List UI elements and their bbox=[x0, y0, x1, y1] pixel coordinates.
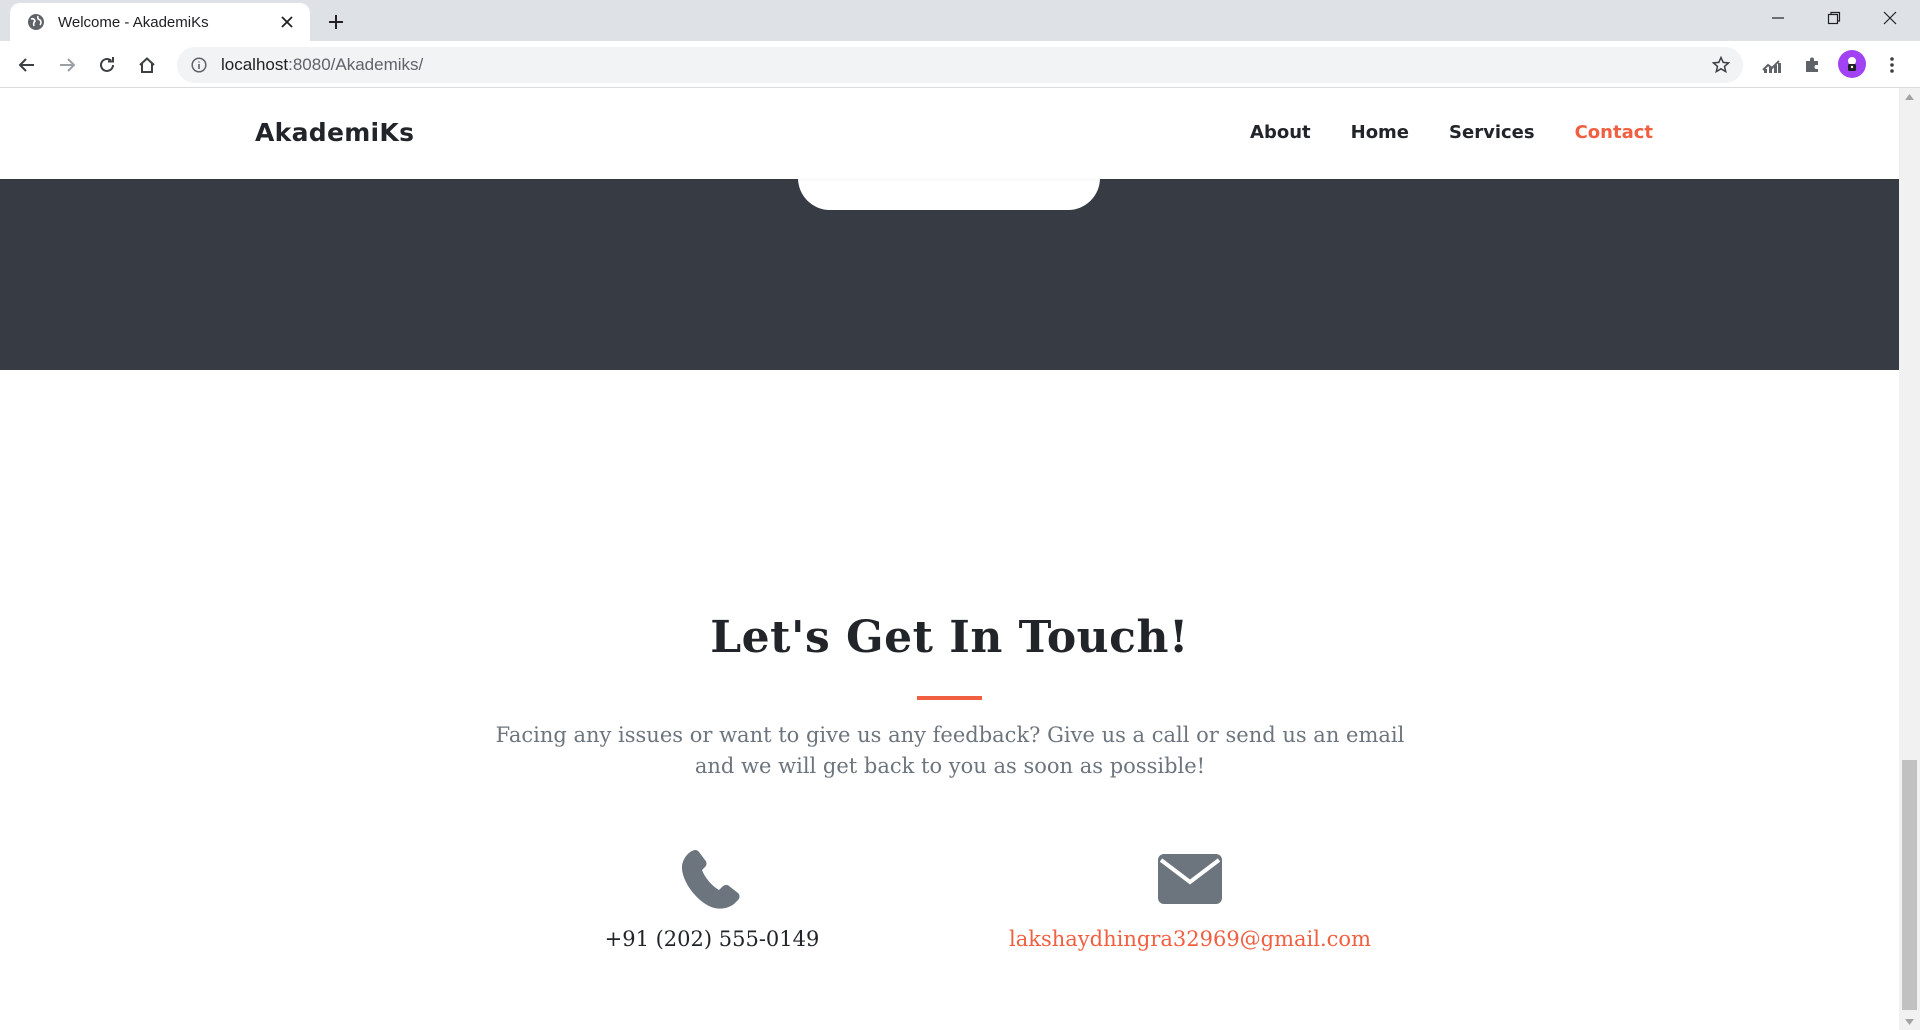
browser-tab[interactable]: Welcome - AkademiKs bbox=[10, 3, 310, 41]
tab-title: Welcome - AkademiKs bbox=[58, 13, 209, 31]
new-tab-plus-icon[interactable] bbox=[322, 8, 350, 36]
reload-icon[interactable] bbox=[91, 49, 123, 81]
nav-link-home[interactable]: Home bbox=[1351, 122, 1409, 143]
scrollbar-thumb[interactable] bbox=[1902, 760, 1917, 1010]
scroll-down-arrow-icon[interactable] bbox=[1899, 1013, 1920, 1030]
browser-tabstrip: Welcome - AkademiKs bbox=[0, 0, 1920, 41]
globe-icon bbox=[26, 12, 46, 32]
url-path: :8080/Akademiks/ bbox=[288, 55, 424, 74]
forward-arrow-icon[interactable] bbox=[51, 49, 83, 81]
contact-heading: Let's Get In Touch! bbox=[710, 612, 1189, 663]
phone-icon bbox=[502, 847, 922, 911]
nav-link-about[interactable]: About bbox=[1250, 122, 1311, 143]
email-link[interactable]: lakshaydhingra32969@gmail.com bbox=[1009, 927, 1371, 951]
url-host: localhost bbox=[221, 55, 289, 74]
page-viewport: AkademiKs About Home Services Contact Le… bbox=[0, 88, 1920, 1030]
contact-email: lakshaydhingra32969@gmail.com bbox=[980, 847, 1400, 951]
restore-window-icon[interactable] bbox=[1806, 0, 1862, 36]
brand-logo-text[interactable]: AkademiKs bbox=[255, 118, 414, 147]
contact-section: Let's Get In Touch! Facing any issues or… bbox=[0, 370, 1899, 1030]
url-text: localhost:8080/Akademiks/ bbox=[221, 55, 423, 75]
minimize-icon[interactable] bbox=[1750, 0, 1806, 36]
scroll-up-arrow-icon[interactable] bbox=[1899, 88, 1920, 105]
extensions-puzzle-icon[interactable] bbox=[1796, 49, 1828, 81]
address-bar[interactable]: localhost:8080/Akademiks/ bbox=[177, 47, 1743, 83]
envelope-icon bbox=[980, 847, 1400, 911]
heading-divider bbox=[917, 696, 982, 700]
home-icon[interactable] bbox=[131, 49, 163, 81]
contact-phone: +91 (202) 555-0149 bbox=[502, 847, 922, 951]
page-scrollbar[interactable] bbox=[1899, 88, 1920, 1030]
phone-number: +91 (202) 555-0149 bbox=[604, 927, 820, 951]
bookmark-star-icon[interactable] bbox=[1709, 53, 1733, 77]
site-navbar: AkademiKs About Home Services Contact bbox=[0, 88, 1899, 179]
profile-avatar[interactable] bbox=[1838, 50, 1866, 78]
browser-toolbar: localhost:8080/Akademiks/ bbox=[0, 41, 1920, 88]
nav-link-contact[interactable]: Contact bbox=[1575, 122, 1653, 143]
performance-extension-icon[interactable] bbox=[1756, 49, 1788, 81]
nav-link-services[interactable]: Services bbox=[1449, 122, 1535, 143]
nav-links: About Home Services Contact bbox=[1250, 122, 1653, 143]
back-arrow-icon[interactable] bbox=[11, 49, 43, 81]
close-window-icon[interactable] bbox=[1862, 0, 1918, 36]
contact-lead-text: Facing any issues or want to give us any… bbox=[495, 723, 1405, 778]
site-info-icon[interactable] bbox=[189, 55, 209, 75]
close-tab-icon[interactable] bbox=[276, 11, 298, 33]
kebab-menu-icon[interactable] bbox=[1876, 49, 1908, 81]
